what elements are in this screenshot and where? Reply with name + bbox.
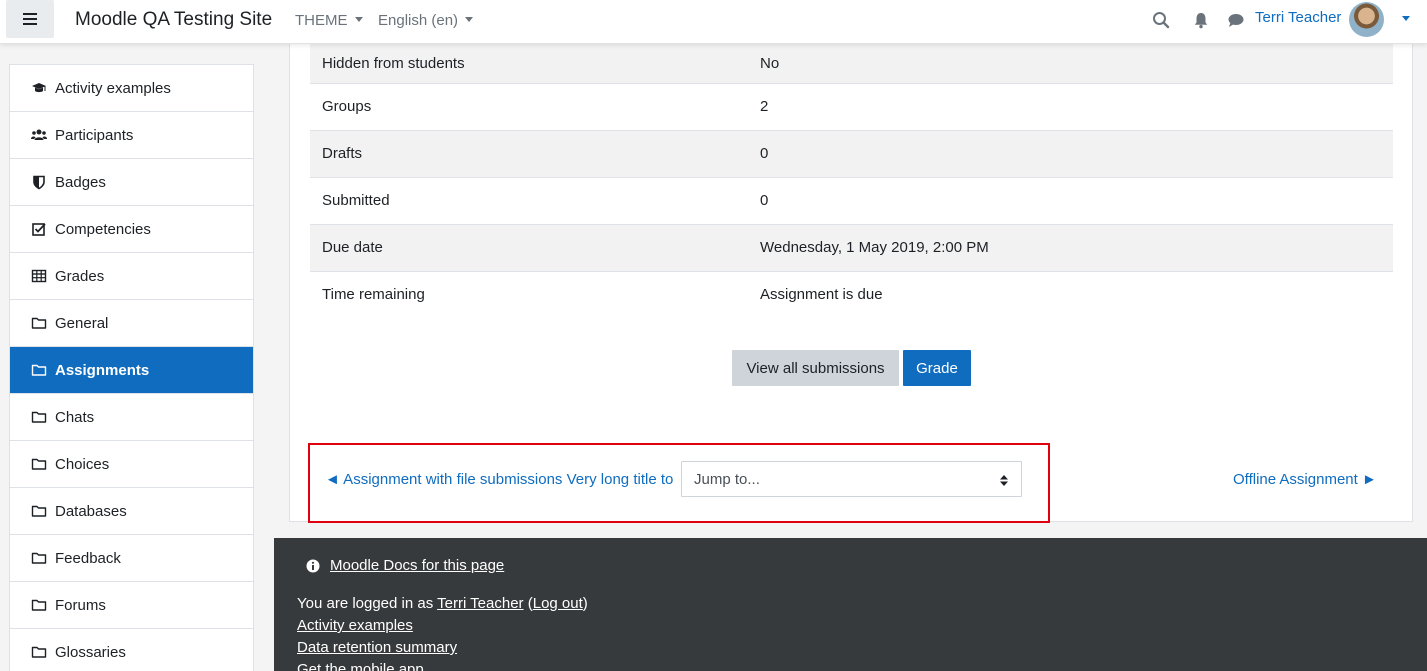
summary-value: 0 (748, 176, 1393, 224)
sidebar-item-grades[interactable]: Grades (10, 253, 253, 300)
theme-menu-label: THEME (295, 12, 348, 29)
sidebar-item-label: Activity examples (55, 79, 171, 97)
sidebar-item-label: Participants (55, 126, 134, 144)
info-icon (306, 559, 320, 572)
table-row: Due date Wednesday, 1 May 2019, 2:00 PM (310, 223, 1393, 271)
summary-value: No (748, 44, 1393, 83)
site-name[interactable]: Moodle QA Testing Site (75, 9, 272, 31)
checkbox-icon (32, 223, 46, 236)
chevron-down-icon (354, 17, 363, 22)
summary-label: Due date (310, 223, 748, 271)
footer-link-activity-examples[interactable]: Activity examples (297, 617, 413, 634)
summary-value: 2 (748, 82, 1393, 130)
language-menu-label: English (en) (378, 12, 459, 29)
top-navbar: Moodle QA Testing Site THEME English (en… (0, 0, 1427, 44)
table-row: Submitted 0 (310, 176, 1393, 224)
footer-link-mobile-app[interactable]: Get the mobile app (297, 661, 424, 671)
shield-icon (33, 175, 45, 190)
folder-icon (31, 364, 47, 376)
bell-icon[interactable] (1191, 10, 1211, 30)
sidebar-item-activity-examples[interactable]: Activity examples (10, 65, 253, 112)
logout-link[interactable]: Log out (533, 595, 583, 612)
summary-label: Drafts (310, 129, 748, 177)
sidebar-item-participants[interactable]: Participants (10, 112, 253, 159)
users-icon (31, 129, 47, 140)
footer-user-link[interactable]: Terri Teacher (437, 595, 523, 612)
table-row: Groups 2 (310, 82, 1393, 130)
sidebar-item-label: Chats (55, 408, 95, 426)
language-menu[interactable]: English (en) (378, 12, 474, 29)
sidebar-item-label: Badges (55, 173, 106, 191)
folder-icon (31, 505, 47, 517)
footer-link-data-retention[interactable]: Data retention summary (297, 639, 457, 656)
sidebar-item-label: General (55, 314, 109, 332)
sidebar-item-choices[interactable]: Choices (10, 441, 253, 488)
previous-activity-link[interactable]: ◄ Assignment with file submissions Very … (325, 471, 681, 488)
sidebar-item-label: Competencies (55, 220, 151, 238)
sidebar-item-label: Choices (55, 455, 110, 473)
summary-label: Time remaining (310, 270, 748, 318)
next-activity-link[interactable]: Offline Assignment ► (1233, 471, 1377, 488)
docs-line: Moodle Docs for this page (306, 557, 504, 574)
folder-icon (31, 599, 47, 611)
avatar[interactable] (1349, 2, 1384, 37)
chevron-down-icon (465, 17, 474, 22)
course-nav-drawer: Activity examples Participants Badges Co… (9, 64, 254, 671)
hamburger-icon (23, 13, 37, 25)
sidebar-item-label: Databases (55, 502, 127, 520)
summary-label: Groups (310, 82, 748, 130)
sidebar-item-competencies[interactable]: Competencies (10, 206, 253, 253)
sidebar-item-label: Feedback (55, 549, 121, 567)
folder-icon (31, 552, 47, 564)
sidebar-item-badges[interactable]: Badges (10, 159, 253, 206)
grade-button[interactable]: Grade (903, 350, 971, 386)
sidebar-item-label: Assignments (55, 361, 150, 379)
chevron-down-icon[interactable] (1402, 16, 1410, 21)
sidebar-item-chats[interactable]: Chats (10, 394, 253, 441)
summary-value: Wednesday, 1 May 2019, 2:00 PM (748, 223, 1393, 271)
folder-icon (31, 646, 47, 658)
sidebar-item-databases[interactable]: Databases (10, 488, 253, 535)
theme-menu[interactable]: THEME (295, 12, 363, 29)
sidebar-item-label: Glossaries (55, 643, 126, 661)
jump-to-select[interactable]: Jump to... (681, 461, 1022, 497)
sidebar-item-glossaries[interactable]: Glossaries (10, 629, 253, 671)
table-row: Hidden from students No (310, 44, 1393, 83)
folder-icon (31, 411, 47, 423)
table-row: Time remaining Assignment is due (310, 270, 1393, 318)
login-prefix: You are logged in as (297, 595, 438, 612)
sidebar-item-forums[interactable]: Forums (10, 582, 253, 629)
folder-icon (31, 317, 47, 329)
folder-icon (31, 458, 47, 470)
sidebar-item-feedback[interactable]: Feedback (10, 535, 253, 582)
user-menu-name[interactable]: Terri Teacher (1255, 9, 1341, 26)
chat-icon[interactable] (1226, 10, 1246, 30)
grading-summary-table: Hidden from students No Groups 2 Drafts … (310, 44, 1393, 318)
jump-to-selected-value: Jump to... (694, 470, 760, 488)
search-icon[interactable] (1151, 10, 1171, 30)
select-arrows-icon (1000, 475, 1008, 486)
sidebar-item-general[interactable]: General (10, 300, 253, 347)
graduation-cap-icon (32, 83, 46, 93)
moodle-docs-link[interactable]: Moodle Docs for this page (330, 557, 504, 574)
table-row: Drafts 0 (310, 129, 1393, 177)
summary-value: Assignment is due (748, 270, 1393, 318)
drawer-toggle-button[interactable] (6, 0, 54, 38)
summary-label: Hidden from students (310, 44, 748, 83)
login-info: You are logged in as Terri Teacher (Log … (297, 595, 588, 612)
page-footer: Moodle Docs for this page You are logged… (274, 538, 1427, 671)
summary-value: 0 (748, 129, 1393, 177)
view-all-submissions-button[interactable]: View all submissions (732, 350, 899, 386)
sidebar-item-assignments[interactable]: Assignments (10, 347, 253, 394)
table-icon (31, 269, 47, 283)
sidebar-item-label: Grades (55, 267, 105, 285)
sidebar-item-label: Forums (55, 596, 106, 614)
summary-label: Submitted (310, 176, 748, 224)
